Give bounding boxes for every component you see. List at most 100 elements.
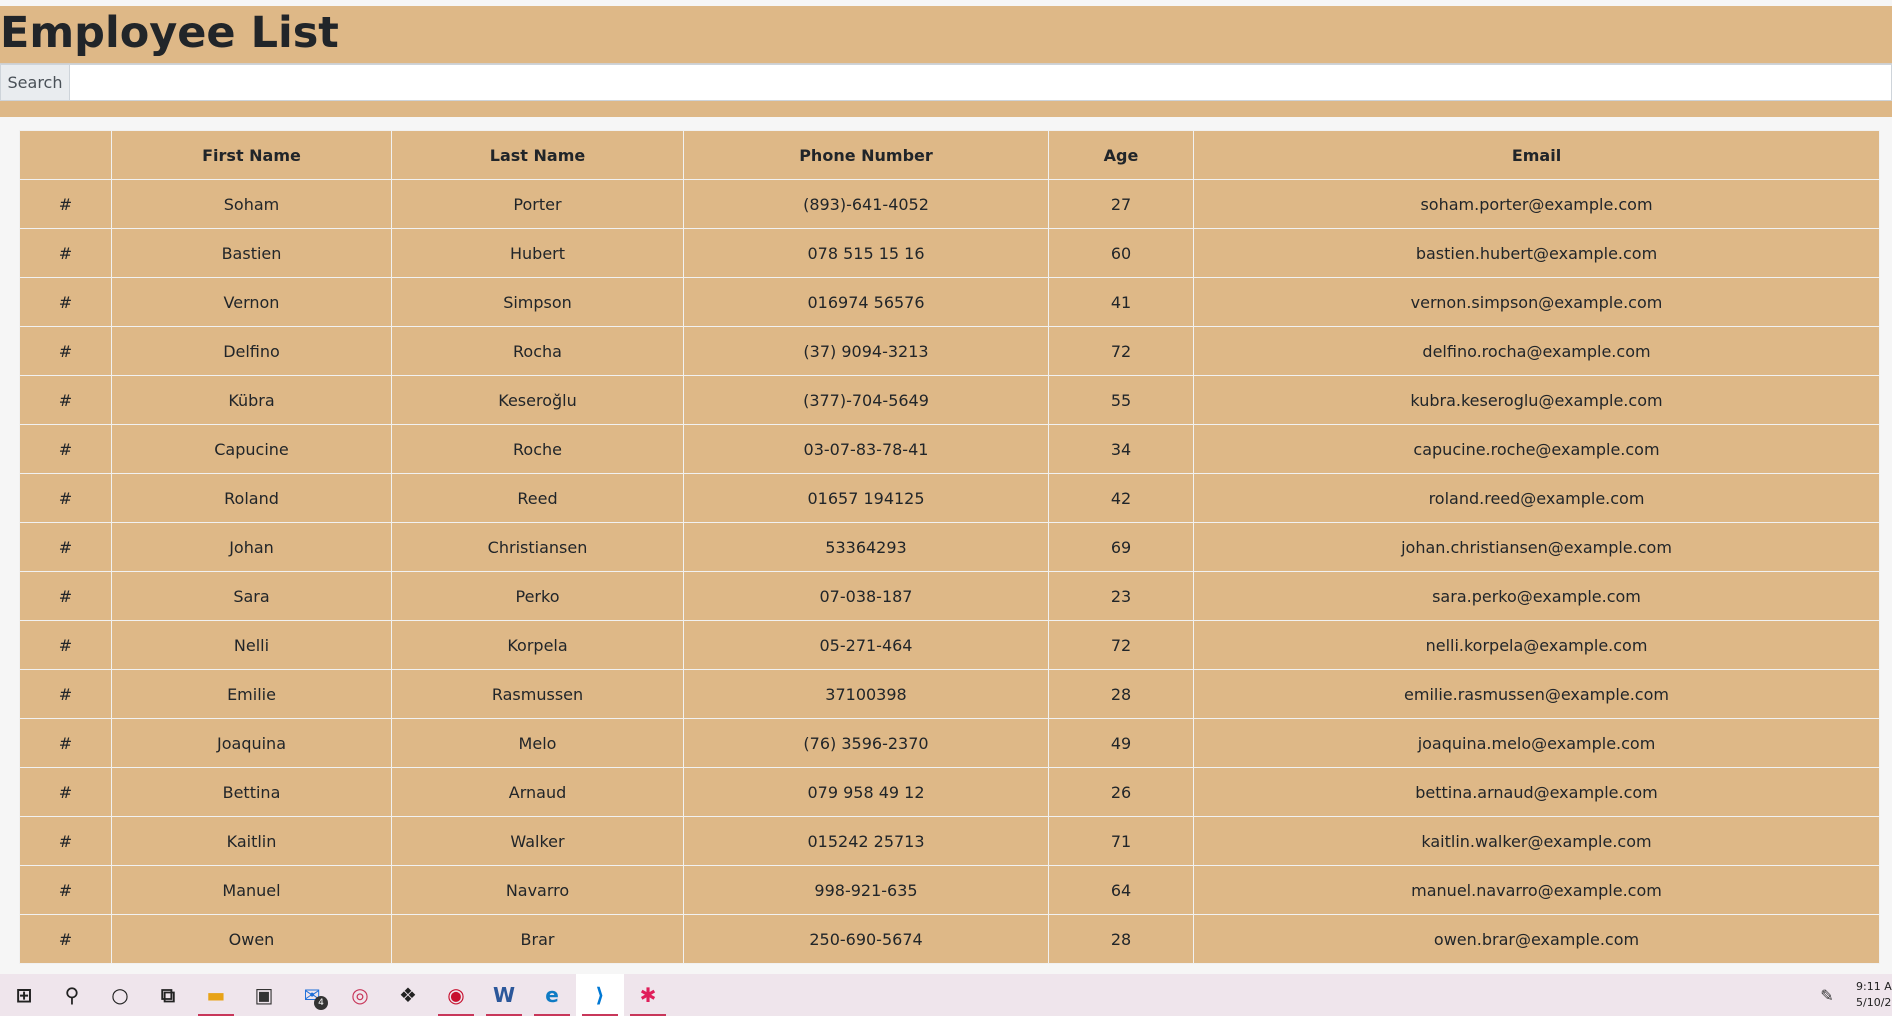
cell-email: bettina.arnaud@example.com <box>1193 767 1880 817</box>
cell-phone-number: (76) 3596-2370 <box>683 718 1049 768</box>
taskbar-item-edge[interactable]: e <box>528 974 576 1016</box>
cell-row-index[interactable]: # <box>19 816 112 866</box>
cell-row-index[interactable]: # <box>19 179 112 229</box>
cell-row-index[interactable]: # <box>19 424 112 474</box>
cell-row-index[interactable]: # <box>19 767 112 817</box>
cell-first-name: Bastien <box>111 228 392 278</box>
cell-row-index[interactable]: # <box>19 718 112 768</box>
cortana-icon: ○ <box>111 983 129 1007</box>
pen-icon[interactable]: ✎ <box>1812 986 1842 1005</box>
cell-first-name: Bettina <box>111 767 392 817</box>
cell-first-name: Roland <box>111 473 392 523</box>
cell-first-name: Joaquina <box>111 718 392 768</box>
cell-row-index[interactable]: # <box>19 375 112 425</box>
cell-row-index[interactable]: # <box>19 326 112 376</box>
taskbar-item-search[interactable]: ⚲ <box>48 974 96 1016</box>
table-body: # Soham Porter (893)-641-4052 27 soham.porter… <box>19 179 1880 964</box>
cell-last-name: Hubert <box>391 228 684 278</box>
cell-phone-number: 07-038-187 <box>683 571 1049 621</box>
cell-age: 27 <box>1048 179 1194 229</box>
cell-row-index[interactable]: # <box>19 620 112 670</box>
task-view-icon: ⧉ <box>160 983 176 1007</box>
cell-age: 28 <box>1048 914 1194 964</box>
cell-age: 28 <box>1048 669 1194 719</box>
taskbar-item-word[interactable]: W <box>480 974 528 1016</box>
clock-date: 5/10/2 <box>1856 996 1892 1009</box>
file-explorer-icon: ▬ <box>206 983 226 1007</box>
cell-row-index[interactable]: # <box>19 522 112 572</box>
cell-age: 72 <box>1048 620 1194 670</box>
taskbar-item-slack[interactable]: ✱ <box>624 974 672 1016</box>
table-row: # Soham Porter (893)-641-4052 27 soham.porter… <box>19 179 1880 229</box>
taskbar-item-mail[interactable]: ✉ 4 <box>288 974 336 1016</box>
taskbar-item-app-red[interactable]: ◎ <box>336 974 384 1016</box>
search-icon: ⚲ <box>64 983 80 1007</box>
cell-email: owen.brar@example.com <box>1193 914 1880 964</box>
cell-first-name: Nelli <box>111 620 392 670</box>
cell-phone-number: 250-690-5674 <box>683 914 1049 964</box>
table-row: # Delfino Rocha (37) 9094-3213 72 delfino.roc… <box>19 326 1880 376</box>
cell-first-name: Manuel <box>111 865 392 915</box>
table-row: # Nelli Korpela 05-271-464 72 nelli.korpela@e… <box>19 620 1880 670</box>
employee-table-container: First Name Last Name Phone Number Age Email … <box>19 130 1880 964</box>
cell-first-name: Kaitlin <box>111 816 392 866</box>
cell-last-name: Reed <box>391 473 684 523</box>
taskbar-clock[interactable]: 9:11 A 5/10/2 <box>1856 979 1892 1012</box>
cell-email: nelli.korpela@example.com <box>1193 620 1880 670</box>
cell-phone-number: 53364293 <box>683 522 1049 572</box>
header-col-last-name: Last Name <box>391 130 684 180</box>
taskbar-item-task-view[interactable]: ⧉ <box>144 974 192 1016</box>
cell-email: soham.porter@example.com <box>1193 179 1880 229</box>
taskbar-item-file-explorer[interactable]: ▬ <box>192 974 240 1016</box>
search-input[interactable] <box>70 64 1892 101</box>
table-row: # Emilie Rasmussen 37100398 28 emilie.rasmuss… <box>19 669 1880 719</box>
slack-icon: ✱ <box>639 983 657 1007</box>
taskbar-item-store[interactable]: ▣ <box>240 974 288 1016</box>
cell-row-index[interactable]: # <box>19 669 112 719</box>
table-row: # Capucine Roche 03-07-83-78-41 34 capucine.r… <box>19 424 1880 474</box>
taskbar-item-windows-start[interactable]: ⊞ <box>0 974 48 1016</box>
cell-phone-number: 05-271-464 <box>683 620 1049 670</box>
page-title: Employee List <box>0 8 339 58</box>
cell-last-name: Simpson <box>391 277 684 327</box>
cell-first-name: Johan <box>111 522 392 572</box>
cell-phone-number: 015242 25713 <box>683 816 1049 866</box>
table-row: # Vernon Simpson 016974 56576 41 vernon.simps… <box>19 277 1880 327</box>
windows-start-icon: ⊞ <box>15 983 33 1007</box>
header-col-age: Age <box>1048 130 1194 180</box>
cell-age: 49 <box>1048 718 1194 768</box>
cell-phone-number: 079 958 49 12 <box>683 767 1049 817</box>
app-acrobat-icon: ◉ <box>447 983 465 1007</box>
cell-phone-number: (37) 9094-3213 <box>683 326 1049 376</box>
taskbar-item-app-acrobat[interactable]: ◉ <box>432 974 480 1016</box>
taskbar-item-vscode[interactable]: ⟩ <box>576 974 624 1016</box>
table-header-row: First Name Last Name Phone Number Age Email <box>19 130 1880 180</box>
header-col-email: Email <box>1193 130 1880 180</box>
cell-first-name: Soham <box>111 179 392 229</box>
cell-row-index[interactable]: # <box>19 571 112 621</box>
cell-last-name: Perko <box>391 571 684 621</box>
cell-phone-number: 01657 194125 <box>683 473 1049 523</box>
cell-first-name: Capucine <box>111 424 392 474</box>
table-row: # Kaitlin Walker 015242 25713 71 kaitlin.walk… <box>19 816 1880 866</box>
cell-phone-number: (893)-641-4052 <box>683 179 1049 229</box>
cell-phone-number: 998-921-635 <box>683 865 1049 915</box>
taskbar-item-dropbox[interactable]: ❖ <box>384 974 432 1016</box>
cell-first-name: Vernon <box>111 277 392 327</box>
cell-row-index[interactable]: # <box>19 865 112 915</box>
cell-email: kaitlin.walker@example.com <box>1193 816 1880 866</box>
system-tray: ✎ 9:11 A 5/10/2 <box>1812 974 1892 1016</box>
cell-row-index[interactable]: # <box>19 277 112 327</box>
cell-row-index[interactable]: # <box>19 914 112 964</box>
cell-row-index[interactable]: # <box>19 473 112 523</box>
table-row: # Manuel Navarro 998-921-635 64 manuel.navarr… <box>19 865 1880 915</box>
cell-phone-number: 03-07-83-78-41 <box>683 424 1049 474</box>
search-bar: Search <box>0 63 1892 101</box>
cell-last-name: Porter <box>391 179 684 229</box>
cell-row-index[interactable]: # <box>19 228 112 278</box>
mail-count-badge: 4 <box>314 996 328 1010</box>
cell-last-name: Roche <box>391 424 684 474</box>
taskbar-item-cortana[interactable]: ○ <box>96 974 144 1016</box>
cell-last-name: Korpela <box>391 620 684 670</box>
header-band <box>0 101 1892 117</box>
